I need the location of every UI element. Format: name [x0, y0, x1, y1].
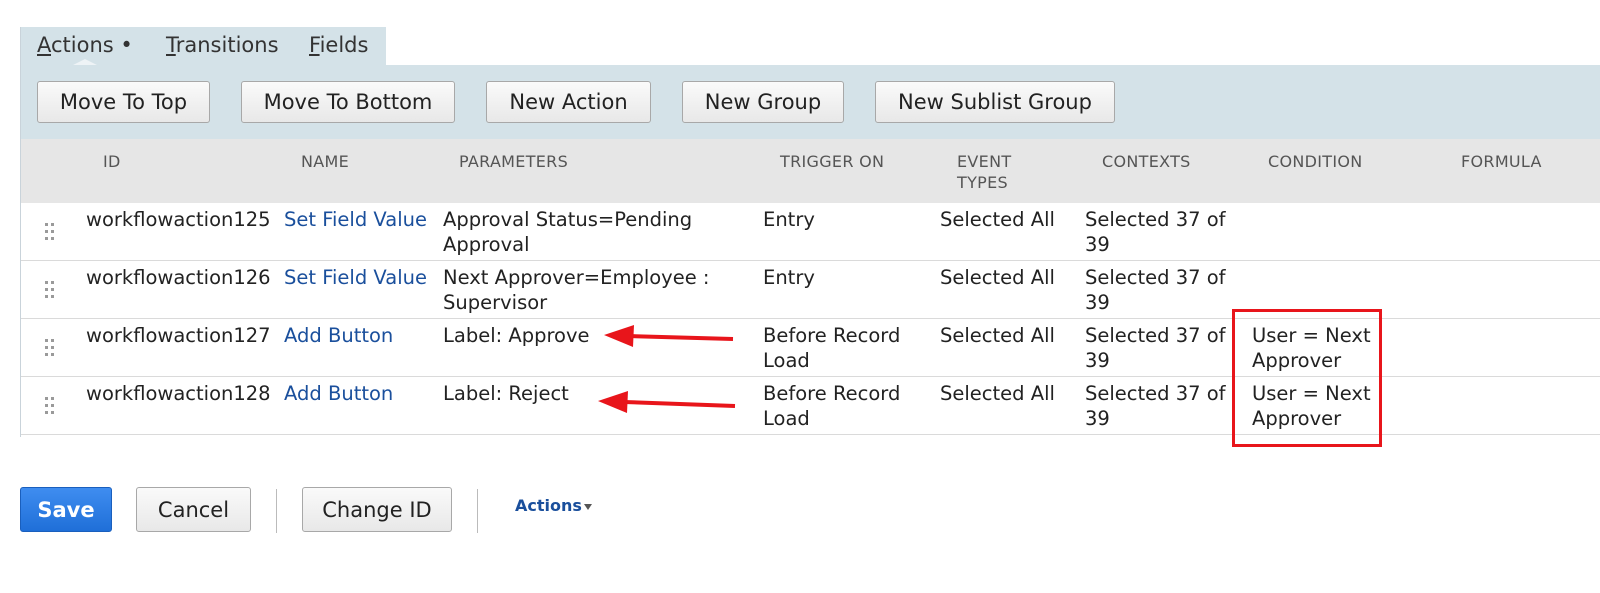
- footer-divider: [276, 489, 277, 533]
- footer-divider: [477, 489, 478, 533]
- arrow-reject-icon: [598, 391, 736, 413]
- change-id-button[interactable]: Change ID: [302, 487, 452, 532]
- chevron-down-icon: [583, 503, 592, 510]
- actions-menu-label: Actions: [515, 496, 582, 515]
- cancel-button[interactable]: Cancel: [136, 487, 251, 532]
- save-button[interactable]: Save: [20, 487, 112, 532]
- arrow-approve-icon: [604, 325, 734, 347]
- actions-menu[interactable]: Actions: [515, 496, 592, 515]
